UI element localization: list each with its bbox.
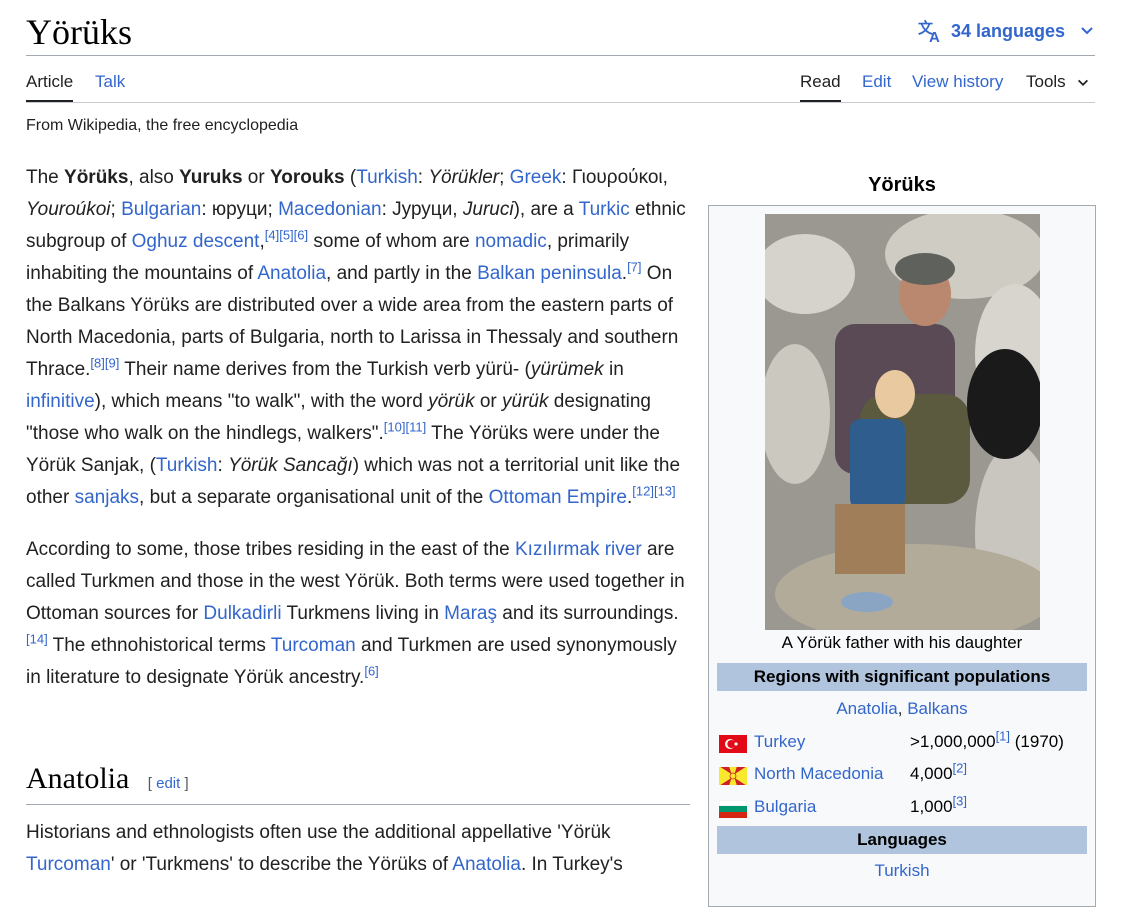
link-turcoman[interactable]: Turcoman xyxy=(271,635,356,656)
infobox-title: Yörüks xyxy=(868,174,936,196)
citation[interactable]: [8] xyxy=(90,356,104,371)
regions-list: Anatolia, Balkans xyxy=(836,699,968,718)
link-balkans[interactable]: Balkans xyxy=(907,699,967,718)
link-nomadic[interactable]: nomadic xyxy=(475,231,547,252)
paragraph-anatolia: Historians and ethnologists often use th… xyxy=(26,822,623,875)
citation[interactable]: [6] xyxy=(364,664,378,679)
population-name[interactable]: Turkey xyxy=(754,728,805,756)
section-edit: [ edit ] xyxy=(147,775,189,792)
languages-header: Languages xyxy=(717,826,1087,854)
citation[interactable]: [4] xyxy=(265,228,279,243)
citation[interactable]: [2] xyxy=(953,760,967,775)
tab-article[interactable]: Article xyxy=(26,72,74,102)
svg-text:A: A xyxy=(929,29,940,44)
tab-talk[interactable]: Talk xyxy=(95,72,125,92)
citation[interactable]: [10] xyxy=(384,420,406,435)
link-bulgarian[interactable]: Bulgarian xyxy=(121,199,201,220)
link-ottoman-empire[interactable]: Ottoman Empire xyxy=(489,487,627,508)
chevron-down-icon xyxy=(1078,79,1089,86)
yoruk-father-daughter-photo[interactable] xyxy=(765,214,1040,630)
paragraph-tribes: According to some, those tribes residing… xyxy=(26,539,685,688)
tools-label: Tools xyxy=(1026,72,1066,91)
link-turkish[interactable]: Turkish xyxy=(356,167,418,188)
link-kizilirmak[interactable]: Kızılırmak river xyxy=(515,539,642,560)
link-oghuz[interactable]: Oghuz descent xyxy=(132,231,260,252)
page-title: Yörüks xyxy=(26,12,132,52)
section-title: Anatolia xyxy=(26,762,130,795)
infobox: A Yörük father with his daughter Regions… xyxy=(708,205,1096,907)
citation[interactable]: [3] xyxy=(953,793,967,808)
turkey-flag-icon xyxy=(719,735,747,753)
north-macedonia-flag-icon xyxy=(719,767,747,785)
link-balkan[interactable]: Balkan peninsula xyxy=(477,263,622,284)
link-anatolia[interactable]: Anatolia xyxy=(257,263,326,284)
chevron-down-icon xyxy=(1081,27,1093,35)
link-greek[interactable]: Greek xyxy=(510,167,562,188)
population-value: 4,000[2] xyxy=(910,760,968,783)
tab-read[interactable]: Read xyxy=(800,72,841,102)
citation[interactable]: [11] xyxy=(405,420,426,435)
languages-list: Turkish xyxy=(709,861,1095,881)
infobox-caption: A Yörük father with his daughter xyxy=(781,633,1023,652)
title-divider xyxy=(26,55,1095,56)
population-value: >1,000,000[1] (1970) xyxy=(910,728,1064,751)
citation[interactable]: [12] xyxy=(632,484,654,499)
citation[interactable]: [13] xyxy=(654,484,676,499)
link-anatolia[interactable]: Anatolia xyxy=(836,699,897,718)
tab-edit[interactable]: Edit xyxy=(862,72,891,92)
citation[interactable]: [9] xyxy=(105,356,119,371)
tagline: From Wikipedia, the free encyclopedia xyxy=(26,117,299,134)
citation[interactable]: [6] xyxy=(294,228,308,243)
regions-header: Regions with significant populations xyxy=(717,663,1087,691)
link-anatolia[interactable]: Anatolia xyxy=(452,854,521,875)
population-row-bulgaria: Bulgaria 1,000[3] xyxy=(717,793,1089,821)
translate-icon: 文 A xyxy=(918,19,940,44)
paragraph-intro: The Yörüks, also Yuruks or Yorouks (Turk… xyxy=(26,167,686,508)
link-sanjaks[interactable]: sanjaks xyxy=(75,487,139,508)
population-row-turkey: Turkey >1,000,000[1] (1970) xyxy=(717,728,1089,756)
languages-label: 34 languages xyxy=(950,20,1065,41)
languages-button[interactable]: 文 A 34 languages xyxy=(917,18,1095,44)
section-heading-anatolia: Anatolia [ edit ] xyxy=(26,758,690,805)
population-name[interactable]: Bulgaria xyxy=(754,793,816,821)
citation[interactable]: [5] xyxy=(279,228,293,243)
link-turcoman[interactable]: Turcoman xyxy=(26,854,111,875)
link-turkish-language[interactable]: Turkish xyxy=(874,861,929,880)
tab-view-history[interactable]: View history xyxy=(912,72,1003,92)
link-turkic[interactable]: Turkic xyxy=(579,199,630,220)
link-dulkadirli[interactable]: Dulkadirli xyxy=(203,603,281,624)
citation[interactable]: [14] xyxy=(26,632,48,647)
population-name[interactable]: North Macedonia xyxy=(754,760,883,788)
link-macedonian[interactable]: Macedonian xyxy=(278,199,382,220)
citation[interactable]: [7] xyxy=(627,260,641,275)
bulgaria-flag-icon xyxy=(719,800,747,818)
tools-menu[interactable]: Tools xyxy=(1026,72,1090,92)
tabs-bar: Article Talk Read Edit View history Tool… xyxy=(26,60,1095,103)
link-turkish[interactable]: Turkish xyxy=(156,455,218,476)
link-maras[interactable]: Maraş xyxy=(444,603,497,624)
population-row-north-macedonia: North Macedonia 4,000[2] xyxy=(717,760,1089,788)
citation[interactable]: [1] xyxy=(996,728,1010,743)
link-infinitive[interactable]: infinitive xyxy=(26,391,95,412)
population-value: 1,000[3] xyxy=(910,793,968,816)
section-edit-link[interactable]: edit xyxy=(156,775,180,792)
article-body: The Yörüks, also Yuruks or Yorouks (Turk… xyxy=(26,162,690,714)
